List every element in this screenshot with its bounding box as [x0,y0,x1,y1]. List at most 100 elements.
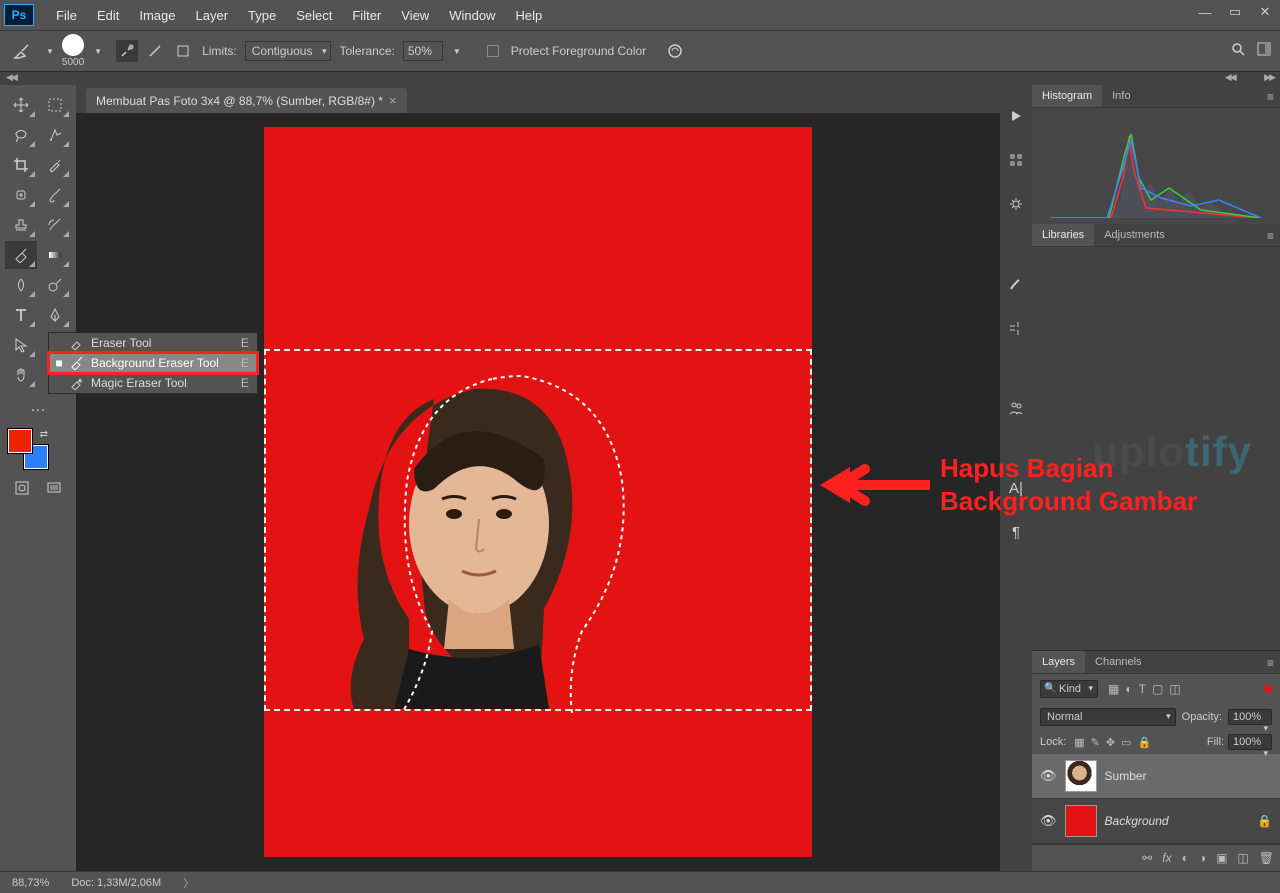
menu-edit[interactable]: Edit [87,4,129,27]
fx-icon[interactable]: fx [1162,851,1171,865]
dock-people-icon[interactable] [1005,397,1027,419]
dock-presets-icon[interactable] [1005,149,1027,171]
flyout-magic-eraser-tool[interactable]: Magic Eraser Tool E [49,373,257,393]
quick-select-tool[interactable] [39,121,71,149]
menu-file[interactable]: File [46,4,87,27]
blur-tool[interactable] [5,271,37,299]
collapse-right-arrows[interactable]: ◀◀ ▶▶ [1225,72,1274,85]
dodge-tool[interactable] [39,271,71,299]
stamp-tool[interactable] [5,211,37,239]
new-layer-icon[interactable]: ◫ [1237,851,1248,865]
lasso-tool[interactable] [5,121,37,149]
layer-thumb[interactable] [1065,805,1097,837]
zoom-value[interactable]: 88,73% [12,877,49,889]
menu-layer[interactable]: Layer [186,4,239,27]
layer-filter-kind[interactable]: Kind [1040,680,1098,698]
dock-char-icon[interactable]: A| [1005,477,1027,499]
tab-histogram[interactable]: Histogram [1032,85,1102,107]
dock-play-icon[interactable] [1005,105,1027,127]
pressure-icon[interactable] [664,40,686,62]
current-tool-icon[interactable] [8,37,36,65]
filter-shape-icon[interactable]: ▢ [1152,682,1163,696]
link-layers-icon[interactable]: ⚯ [1142,851,1152,865]
lock-artboard-icon[interactable]: ▭ [1121,736,1131,749]
tab-channels[interactable]: Channels [1085,651,1151,673]
history-brush-tool[interactable] [39,211,71,239]
libraries-panel-menu[interactable]: ≡ [1267,229,1274,243]
mask-icon[interactable]: ◐ [1182,851,1189,865]
menu-image[interactable]: Image [129,4,185,27]
menu-help[interactable]: Help [505,4,552,27]
quick-mask-icon[interactable] [10,477,34,499]
fg-color-swatch[interactable] [8,429,32,453]
dock-clone-source-icon[interactable] [1005,317,1027,339]
sampling-once-icon[interactable] [144,40,166,62]
layers-panel-menu[interactable]: ≡ [1267,656,1274,670]
layer-item-sumber[interactable]: 👁 Sumber [1032,754,1280,799]
canvas[interactable] [264,127,812,857]
group-icon[interactable]: ▣ [1216,851,1227,865]
canvas-area[interactable] [76,113,1000,871]
brush-tool[interactable] [39,181,71,209]
tolerance-input[interactable]: 50% [403,41,443,61]
fill-input[interactable]: 100% [1228,734,1272,750]
filter-pixel-icon[interactable]: ▦ [1108,682,1119,696]
screen-mode-icon[interactable] [42,477,66,499]
window-restore[interactable]: ▭ [1220,0,1250,24]
eyedropper-tool[interactable] [39,151,71,179]
tab-layers[interactable]: Layers [1032,651,1085,673]
hand-tool[interactable] [5,361,37,389]
layer-thumb[interactable] [1065,760,1097,792]
search-icon[interactable] [1230,41,1246,62]
healing-tool[interactable] [5,181,37,209]
document-tab-close[interactable]: × [389,93,397,108]
menu-window[interactable]: Window [439,4,505,27]
tab-adjustments[interactable]: Adjustments [1094,224,1175,246]
flyout-bg-eraser-tool[interactable]: ■ Background Eraser Tool E [49,353,257,373]
visibility-icon[interactable]: 👁 [1040,768,1057,784]
dock-para-icon[interactable]: ¶ [1005,521,1027,543]
opacity-input[interactable]: 100% [1228,709,1272,725]
layer-item-background[interactable]: 👁 Background 🔒 [1032,799,1280,844]
path-select-tool[interactable] [5,331,37,359]
lock-trans-icon[interactable]: ▦ [1074,736,1084,749]
visibility-icon[interactable]: 👁 [1040,813,1057,829]
limits-select[interactable]: Contiguous [245,41,332,61]
sampling-swatch-icon[interactable] [172,40,194,62]
menu-filter[interactable]: Filter [342,4,391,27]
window-minimize[interactable]: — [1190,0,1220,24]
pen-tool[interactable] [39,301,71,329]
trash-icon[interactable]: 🗑 [1259,851,1274,865]
document-tab[interactable]: Membuat Pas Foto 3x4 @ 88,7% (Sumber, RG… [86,88,407,113]
edit-toolbar[interactable]: … [22,393,54,421]
histogram-panel-menu[interactable]: ≡ [1267,90,1274,104]
blend-mode-select[interactable]: Normal [1040,708,1176,726]
collapse-left-arrows[interactable]: ◀◀ [6,72,16,85]
gradient-tool[interactable] [39,241,71,269]
dock-brush-settings-icon[interactable] [1005,273,1027,295]
filter-toggle[interactable] [1264,685,1272,693]
status-caret[interactable]: 〉 [183,875,194,891]
tab-info[interactable]: Info [1102,85,1140,107]
eraser-tool[interactable] [5,241,37,269]
workspace-icon[interactable] [1256,41,1272,62]
window-close[interactable]: ✕ [1250,0,1280,24]
type-tool[interactable] [5,301,37,329]
menu-select[interactable]: Select [286,4,342,27]
tool-preset-dropdown[interactable]: ▼ [44,47,54,56]
dock-settings-icon[interactable] [1005,193,1027,215]
swap-colors-icon[interactable]: ⇄ [40,429,48,440]
marquee-tool[interactable] [39,91,71,119]
flyout-eraser-tool[interactable]: Eraser Tool E [49,333,257,353]
lock-paint-icon[interactable]: ✎ [1091,736,1100,749]
color-swatches[interactable]: ⇄ [8,429,48,469]
filter-adjust-icon[interactable]: ◐ [1125,682,1132,696]
filter-smart-icon[interactable]: ◫ [1169,682,1180,696]
protect-fg-checkbox[interactable] [487,45,499,57]
fill-adjust-icon[interactable]: ◑ [1199,851,1206,865]
menu-type[interactable]: Type [238,4,286,27]
tab-libraries[interactable]: Libraries [1032,224,1094,246]
sampling-continuous-icon[interactable] [116,40,138,62]
tolerance-dropdown[interactable]: ▼ [451,47,461,56]
crop-tool[interactable] [5,151,37,179]
